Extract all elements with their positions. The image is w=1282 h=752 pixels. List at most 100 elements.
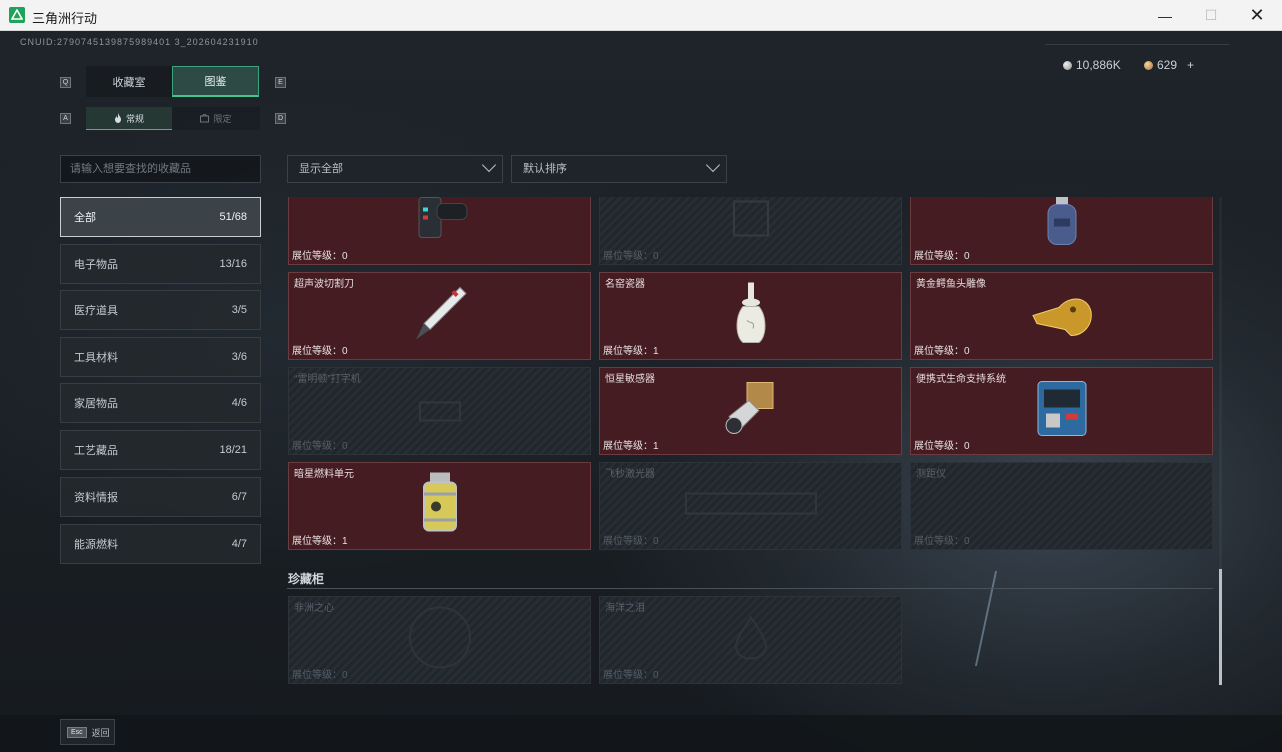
category-label: 能源燃料 (74, 539, 118, 551)
item-level: 展位等级：0 (292, 670, 348, 681)
treasure-card-locked[interactable]: 海洋之泪 展位等级：0 (599, 596, 902, 684)
subtab-limited[interactable]: 限定 (172, 107, 260, 130)
chevron-down-icon (705, 157, 721, 173)
subtab-limited-label: 限定 (213, 114, 232, 124)
currency-silver: 10,886K (1063, 58, 1121, 72)
subtab-regular[interactable]: 常规 (86, 107, 172, 130)
section-title-treasury: 珍藏柜 (288, 572, 325, 586)
tear-gem-icon (726, 613, 776, 668)
category-label: 工具材料 (74, 352, 118, 364)
item-card-locked[interactable]: 飞秒激光器 展位等级：0 (599, 462, 902, 550)
section-divider (287, 588, 1213, 589)
item-card[interactable]: 黄金鳄鱼头雕像 展位等级：0 (910, 272, 1213, 360)
item-card[interactable]: 展位等级：0 (288, 197, 591, 265)
maximize-button[interactable]: ☐ (1188, 0, 1234, 31)
category-count: 3/6 (231, 351, 247, 363)
fuel-cell-icon (418, 471, 462, 542)
category-label: 工艺藏品 (74, 445, 118, 457)
key-hint-e: E (275, 77, 286, 88)
category-count: 13/16 (219, 258, 247, 270)
scalpel-icon (408, 282, 472, 351)
bottom-bar (0, 715, 1282, 752)
category-label: 资料情报 (74, 492, 118, 504)
back-button[interactable]: Esc 返回 (60, 719, 115, 745)
items-grid: 展位等级：0 展位等级：0 展位等级：0 超声波切割刀 展位等级：0 名窑瓷器 … (283, 197, 1218, 685)
category-count: 51/68 (219, 211, 247, 223)
item-name: “雷明顿”打字机 (294, 374, 361, 385)
category-count: 4/7 (231, 538, 247, 550)
category-intel[interactable]: 资料情报 6/7 (60, 477, 261, 517)
filter-show-dropdown[interactable]: 显示全部 (287, 155, 503, 183)
currency-gold[interactable]: 629 + (1144, 58, 1194, 72)
category-all[interactable]: 全部 51/68 (60, 197, 261, 237)
category-label: 家居物品 (74, 398, 118, 410)
item-card-locked[interactable]: “雷明顿”打字机 展位等级：0 (288, 367, 591, 455)
esc-key-hint: Esc (67, 726, 87, 738)
device-icon (409, 197, 471, 253)
item-name: 超声波切割刀 (294, 279, 354, 290)
category-count: 6/7 (231, 491, 247, 503)
back-label: 返回 (91, 727, 110, 738)
category-label: 医疗道具 (74, 305, 118, 317)
minimize-button[interactable]: — (1142, 0, 1188, 31)
treasure-card-locked[interactable]: 非洲之心 展位等级：0 (288, 596, 591, 684)
category-tools[interactable]: 工具材料 3/6 (60, 337, 261, 377)
category-count: 3/5 (231, 304, 247, 316)
item-name: 便携式生命支持系统 (916, 374, 1006, 385)
tab-collection-room[interactable]: 收藏室 (86, 66, 172, 97)
box-icon (726, 197, 776, 249)
key-hint-d: D (275, 113, 286, 124)
category-medical[interactable]: 医疗道具 3/5 (60, 290, 261, 330)
game-screen: CNUID:2790745139875989401 3_202604231910… (0, 31, 1282, 752)
life-support-icon (1032, 376, 1092, 447)
item-level: 展位等级：1 (603, 346, 659, 357)
item-name: 暗星燃料单元 (294, 469, 354, 480)
flame-icon (114, 113, 121, 123)
category-count: 18/21 (219, 444, 247, 456)
item-level: 展位等级：0 (292, 346, 348, 357)
sort-dropdown[interactable]: 默认排序 (511, 155, 727, 183)
item-name: 测距仪 (916, 469, 946, 480)
item-name: 名窑瓷器 (605, 279, 645, 290)
app-logo-icon (9, 7, 25, 23)
item-card[interactable]: 展位等级：0 (910, 197, 1213, 265)
item-level: 展位等级：0 (914, 536, 970, 547)
category-count: 4/6 (231, 397, 247, 409)
item-level: 展位等级：0 (914, 441, 970, 452)
category-household[interactable]: 家居物品 4/6 (60, 383, 261, 423)
window-titlebar: 三角洲行动 — ☐ ✕ (0, 0, 1282, 31)
category-label: 全部 (74, 212, 96, 224)
item-name: 飞秒激光器 (605, 469, 655, 480)
chevron-down-icon (481, 157, 497, 173)
item-level: 展位等级：0 (603, 251, 659, 262)
item-card-locked[interactable]: 展位等级：0 (599, 197, 902, 265)
category-label: 电子物品 (74, 259, 118, 271)
item-card[interactable]: 名窑瓷器 展位等级：1 (599, 272, 902, 360)
item-name: 非洲之心 (294, 603, 334, 614)
medal-icon (200, 114, 210, 123)
item-card[interactable]: 超声波切割刀 展位等级：0 (288, 272, 591, 360)
laser-icon (676, 484, 826, 529)
vase-icon (731, 281, 771, 352)
item-card[interactable]: 便携式生命支持系统 展位等级：0 (910, 367, 1213, 455)
category-crafts[interactable]: 工艺藏品 18/21 (60, 430, 261, 470)
item-level: 展位等级：0 (603, 536, 659, 547)
search-input[interactable]: 请输入想要查找的收藏品 (60, 155, 261, 183)
item-level: 展位等级：1 (292, 536, 348, 547)
item-level: 展位等级：0 (292, 251, 348, 262)
key-hint-q: Q (60, 77, 71, 88)
gem-icon (405, 603, 475, 678)
item-card[interactable]: 暗星燃料单元 展位等级：1 (288, 462, 591, 550)
add-currency-button[interactable]: + (1187, 58, 1194, 72)
tab-catalog[interactable]: 图鉴 (172, 66, 259, 97)
rangefinder-icon (1042, 489, 1082, 524)
close-button[interactable]: ✕ (1234, 0, 1280, 31)
category-fuel[interactable]: 能源燃料 4/7 (60, 524, 261, 564)
item-card[interactable]: 恒星敏感器 展位等级：1 (599, 367, 902, 455)
item-level: 展位等级：0 (292, 441, 348, 452)
category-electronics[interactable]: 电子物品 13/16 (60, 244, 261, 284)
filter-show-value: 显示全部 (299, 163, 343, 175)
item-card-locked[interactable]: 测距仪 展位等级：0 (910, 462, 1213, 550)
header-divider (1045, 44, 1230, 45)
grid-scrollbar-thumb[interactable] (1219, 569, 1222, 685)
